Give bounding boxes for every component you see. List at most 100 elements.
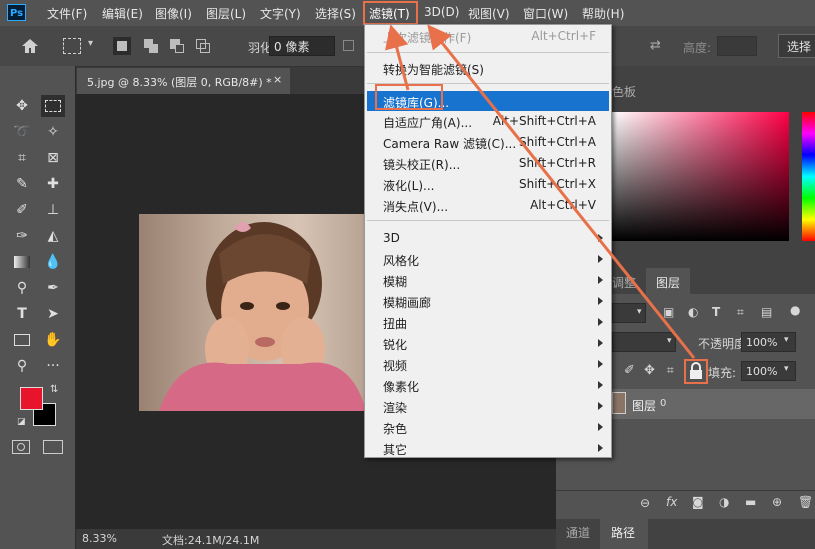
submenu-render[interactable]: 渲染 — [383, 399, 407, 416]
intersect-selection-button[interactable] — [194, 37, 212, 55]
quick-mask-icon[interactable] — [12, 440, 30, 454]
color-picker-field[interactable] — [612, 112, 789, 241]
swap-icon[interactable]: ⇄ — [650, 38, 661, 53]
link-layers-icon[interactable]: ⊖ — [640, 496, 650, 510]
submenu-blur-gallery[interactable]: 模糊画廊 — [383, 294, 431, 311]
close-icon[interactable]: × — [273, 73, 282, 86]
path-selection-tool-icon[interactable]: ➤ — [41, 303, 65, 325]
type-tool-icon[interactable]: T — [10, 303, 34, 325]
submenu-3d[interactable]: 3D — [383, 231, 400, 245]
rectangle-tool-icon[interactable] — [10, 329, 34, 351]
move-tool-icon[interactable]: ✥ — [10, 95, 34, 117]
type-filter-icon[interactable]: T — [712, 305, 720, 319]
menu-edit[interactable]: 编辑(E) — [102, 5, 143, 22]
filter-toggle-icon[interactable]: ● — [790, 303, 800, 317]
gradient-tool-icon[interactable] — [10, 251, 34, 273]
swap-colors-icon[interactable]: ⇅ — [50, 384, 58, 395]
shape-filter-icon[interactable]: ⌗ — [737, 305, 744, 320]
fx-icon[interactable]: fx — [666, 495, 677, 509]
menu-3d[interactable]: 3D(D) — [424, 5, 459, 19]
home-icon[interactable] — [20, 37, 40, 55]
zoom-level[interactable]: 8.33% — [82, 532, 117, 545]
chevron-down-icon[interactable]: ▾ — [88, 38, 93, 49]
subtract-selection-button[interactable] — [168, 37, 186, 55]
frame-tool-icon[interactable]: ⊠ — [41, 147, 65, 169]
tab-adjustments[interactable]: 调整 — [612, 274, 636, 291]
submenu-other[interactable]: 其它 — [383, 441, 407, 458]
lock-pixels-icon[interactable]: ✐ — [624, 363, 635, 378]
zoom-tool-icon[interactable]: ⚲ — [10, 355, 34, 377]
default-colors-icon[interactable]: ◪ — [17, 417, 26, 427]
menu-view[interactable]: 视图(V) — [468, 5, 510, 22]
adjustment-layer-icon[interactable]: ◑ — [719, 495, 729, 509]
eraser-tool-icon[interactable]: ◭ — [41, 225, 65, 247]
menu-item-liquify[interactable]: 液化(L)... — [383, 177, 435, 194]
submenu-stylize[interactable]: 风格化 — [383, 252, 419, 269]
submenu-noise[interactable]: 杂色 — [383, 420, 407, 437]
lock-position-icon[interactable]: ✥ — [644, 363, 655, 378]
clone-stamp-tool-icon[interactable]: ⊥ — [41, 199, 65, 221]
rectangular-marquee-tool-icon[interactable] — [41, 95, 65, 117]
new-layer-icon[interactable]: ⊕ — [772, 495, 782, 509]
photoshop-logo[interactable]: Ps — [7, 4, 26, 21]
menu-layer[interactable]: 图层(L) — [206, 5, 246, 22]
pixel-filter-icon[interactable]: ▣ — [663, 305, 674, 319]
more-tools-icon[interactable]: ··· — [41, 355, 65, 377]
menu-item-lens-correction[interactable]: 镜头校正(R)... — [383, 156, 460, 173]
select-and-mask-button[interactable]: 选择 — [778, 34, 815, 58]
menu-item-convert-smart-filter[interactable]: 转换为智能滤镜(S) — [383, 61, 484, 78]
history-brush-tool-icon[interactable]: ✑ — [10, 225, 34, 247]
tab-channels[interactable]: 通道 — [566, 524, 590, 541]
marquee-preset-icon[interactable] — [63, 38, 81, 54]
layer-name[interactable]: 图层 — [632, 397, 656, 414]
menu-help[interactable]: 帮助(H) — [582, 5, 624, 22]
layer-filter-select[interactable]: ▾ — [612, 303, 646, 323]
magic-wand-tool-icon[interactable]: ✧ — [41, 121, 65, 143]
submenu-video[interactable]: 视频 — [383, 357, 407, 374]
tab-paths[interactable]: 路径 — [600, 519, 648, 549]
menu-item-last-filter[interactable]: 上次滤镜操作(F) — [383, 29, 471, 46]
tab-layers[interactable]: 图层 — [646, 268, 690, 294]
menu-window[interactable]: 窗口(W) — [523, 5, 568, 22]
submenu-blur[interactable]: 模糊 — [383, 273, 407, 290]
smart-object-filter-icon[interactable]: ▤ — [761, 305, 772, 319]
new-selection-button[interactable] — [113, 37, 131, 55]
hue-slider[interactable] — [802, 112, 815, 241]
feather-input[interactable]: 0 像素 — [269, 36, 335, 56]
hand-tool-icon[interactable]: ✋ — [41, 329, 65, 351]
tab-swatches[interactable]: 色板 — [612, 83, 636, 100]
new-group-icon[interactable]: ▬ — [745, 495, 756, 509]
crop-tool-icon[interactable]: ⌗ — [10, 147, 34, 169]
lasso-tool-icon[interactable]: ➰ — [10, 121, 34, 143]
document-info[interactable]: 文档:24.1M/24.1M — [162, 532, 259, 548]
menu-item-camera-raw[interactable]: Camera Raw 滤镜(C)... — [383, 135, 516, 152]
eyedropper-tool-icon[interactable]: ✎ — [10, 173, 34, 195]
blur-tool-icon[interactable]: 💧 — [41, 251, 65, 273]
lock-artboard-icon[interactable]: ⌗ — [667, 363, 674, 378]
pen-tool-icon[interactable]: ✒ — [41, 277, 65, 299]
chevron-down-icon[interactable]: ▾ — [784, 364, 789, 374]
add-mask-icon[interactable]: ◙ — [692, 495, 704, 509]
foreground-color-swatch[interactable] — [20, 387, 43, 410]
menu-item-vanishing-point[interactable]: 消失点(V)... — [383, 198, 448, 215]
menu-type[interactable]: 文字(Y) — [260, 5, 301, 22]
adjustment-filter-icon[interactable]: ◐ — [688, 305, 698, 319]
menu-item-adaptive-wide-angle[interactable]: 自适应广角(A)... — [383, 114, 472, 131]
delete-layer-icon[interactable]: 🗑 — [798, 495, 813, 509]
menu-file[interactable]: 文件(F) — [47, 5, 87, 22]
brush-tool-icon[interactable]: ✐ — [10, 199, 34, 221]
document-tab[interactable]: 5.jpg @ 8.33% (图层 0, RGB/8#) * × — [77, 68, 290, 94]
menu-select[interactable]: 选择(S) — [315, 5, 356, 22]
dodge-tool-icon[interactable]: ⚲ — [10, 277, 34, 299]
submenu-sharpen[interactable]: 锐化 — [383, 336, 407, 353]
screen-mode-icon[interactable] — [43, 440, 63, 454]
healing-brush-tool-icon[interactable]: ✚ — [41, 173, 65, 195]
submenu-distort[interactable]: 扭曲 — [383, 315, 407, 332]
anti-alias-checkbox[interactable] — [343, 40, 354, 51]
menu-image[interactable]: 图像(I) — [155, 5, 192, 22]
height-input[interactable] — [717, 36, 757, 56]
add-selection-button[interactable] — [142, 37, 160, 55]
blend-mode-select[interactable]: ▾ — [612, 332, 676, 352]
submenu-pixelate[interactable]: 像素化 — [383, 378, 419, 395]
chevron-down-icon[interactable]: ▾ — [784, 335, 789, 345]
